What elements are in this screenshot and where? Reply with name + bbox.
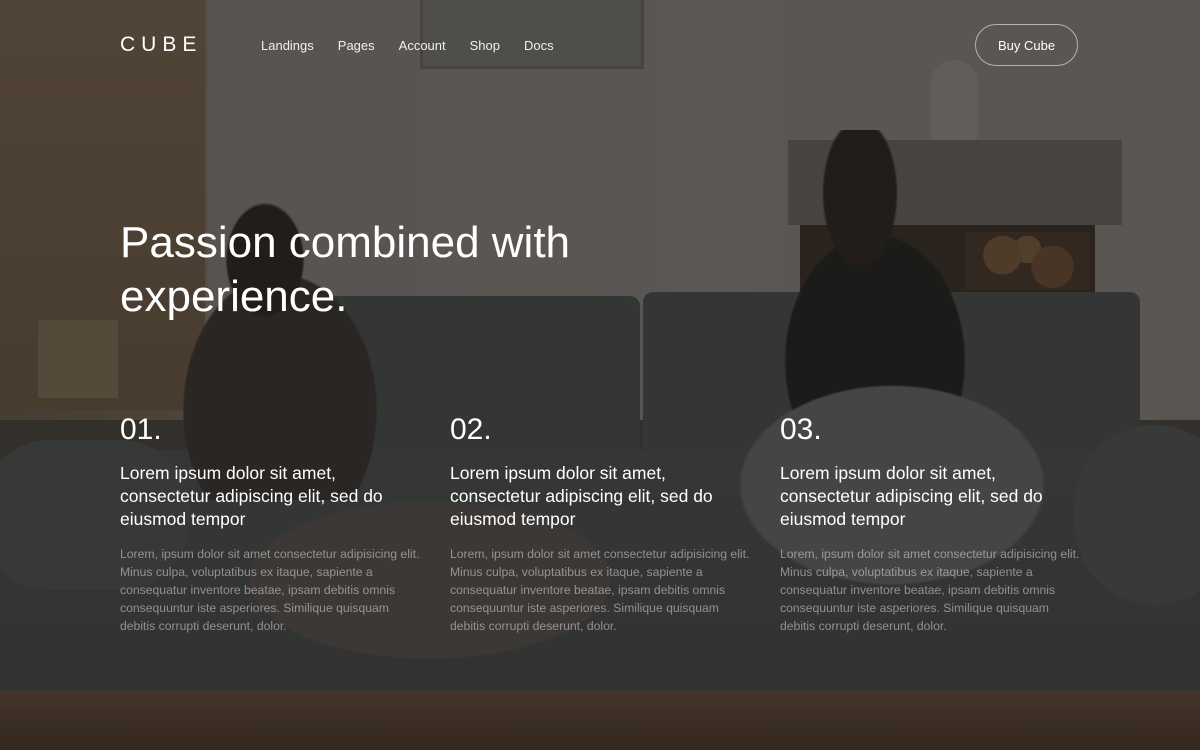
feature-number: 01.: [120, 413, 162, 446]
nav-link-shop[interactable]: Shop: [470, 38, 500, 53]
nav-link-pages[interactable]: Pages: [338, 38, 375, 53]
feature-heading: Lorem ipsum dolor sit amet, consectetur …: [450, 463, 713, 529]
hero-title-line-2: experience.: [120, 272, 348, 321]
nav-link-docs[interactable]: Docs: [524, 38, 554, 53]
feature-heading: Lorem ipsum dolor sit amet, consectetur …: [120, 463, 383, 529]
feature-description: Lorem, ipsum dolor sit amet consectetur …: [780, 547, 1080, 633]
nav-link-landings[interactable]: Landings: [261, 38, 314, 53]
feature-item-03: 03. Lorem ipsum dolor sit amet, consecte…: [780, 410, 1080, 635]
hero-background-photo: [0, 0, 1200, 750]
feature-item-02: 02. Lorem ipsum dolor sit amet, consecte…: [450, 410, 750, 635]
buy-cube-button[interactable]: Buy Cube: [975, 24, 1078, 66]
feature-heading: Lorem ipsum dolor sit amet, consectetur …: [780, 463, 1043, 529]
feature-item-01: 01. Lorem ipsum dolor sit amet, consecte…: [120, 410, 420, 635]
feature-number: 03.: [780, 413, 822, 446]
features-list: 01. Lorem ipsum dolor sit amet, consecte…: [120, 410, 1120, 635]
feature-description: Lorem, ipsum dolor sit amet consectetur …: [120, 547, 420, 633]
main-nav: Landings Pages Account Shop Docs: [261, 38, 578, 53]
hero-title: Passion combined with experience.: [120, 216, 680, 324]
logo[interactable]: CUBE: [120, 33, 202, 57]
site-header: CUBE Landings Pages Account Shop Docs Bu…: [0, 0, 1200, 92]
feature-description: Lorem, ipsum dolor sit amet consectetur …: [450, 547, 750, 633]
nav-link-account[interactable]: Account: [399, 38, 446, 53]
feature-number: 02.: [450, 413, 492, 446]
hero-title-line-1: Passion combined with: [120, 218, 571, 267]
